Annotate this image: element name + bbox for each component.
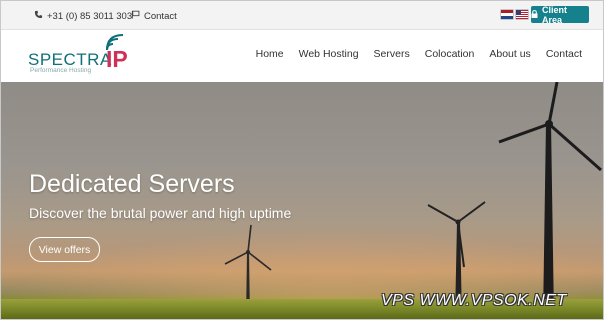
hero-banner: Dedicated Servers Discover the brutal po… [1,82,603,319]
hero-title: Dedicated Servers [29,170,235,198]
view-offers-button[interactable]: View offers [29,237,100,262]
nav-item-web-hosting[interactable]: Web Hosting [299,48,359,60]
contact-link[interactable]: Contact [131,10,177,22]
phone-icon [34,10,43,22]
wind-turbines-image [224,82,602,319]
logo-tagline: Performance Hosting [30,67,92,74]
flag-icon [131,10,140,22]
nav-item-servers[interactable]: Servers [374,48,410,60]
lock-icon [531,9,538,20]
nav-item-contact[interactable]: Contact [546,48,582,60]
language-english-flag-icon[interactable] [516,10,528,19]
main-navigation: Home Web Hosting Servers Colocation Abou… [256,48,582,60]
client-area-label: Client Area [542,4,568,25]
contact-label: Contact [144,10,177,22]
language-dutch-flag-icon[interactable] [501,10,513,19]
nav-item-colocation[interactable]: Colocation [425,48,475,60]
wind-turbine-large [498,82,602,319]
watermark-text: VPS WWW.VPSOK.NET [381,292,567,309]
site-header: SPECTRA IP Performance Hosting Home Web … [1,30,603,82]
top-utility-bar: +31 (0) 85 3011 303 Contact Client Area [1,1,603,30]
browser-viewport: +31 (0) 85 3011 303 Contact Client Area … [0,0,604,320]
nav-item-home[interactable]: Home [256,48,284,60]
nav-item-about-us[interactable]: About us [489,48,530,60]
hero-subtitle: Discover the brutal power and high uptim… [29,205,292,221]
logo-name-accent: IP [106,46,128,72]
phone-number: +31 (0) 85 3011 303 [47,10,133,22]
site-logo[interactable]: SPECTRA IP Performance Hosting [28,34,138,78]
client-area-button[interactable]: Client Area [531,4,589,25]
phone-link[interactable]: +31 (0) 85 3011 303 [34,10,132,22]
